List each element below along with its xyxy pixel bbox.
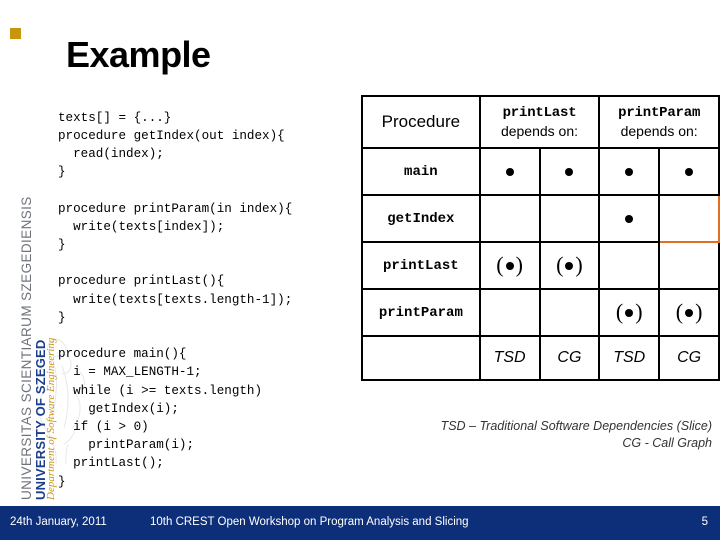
source-code-listing: texts[] = {...} procedure getIndex(out i…	[58, 110, 293, 489]
footer-date: 24th January, 2011	[10, 516, 107, 528]
table-subheader-row: TSD CG TSD CG	[361, 335, 720, 381]
university-banner: UNIVERSITAS SCIENTIARUM SZEGEDIENSIS UNI…	[0, 0, 86, 506]
dependency-cell	[658, 241, 720, 290]
dependency-cell: ()	[478, 241, 541, 290]
dependency-dot	[625, 168, 634, 177]
legend-line-tsd: TSD – Traditional Software Dependencies …	[440, 419, 712, 433]
dependency-dot	[625, 215, 634, 224]
slide-canvas: UNIVERSITAS SCIENTIARUM SZEGEDIENSIS UNI…	[0, 0, 720, 540]
row-label-getIndex: getIndex	[361, 194, 481, 243]
row-label-printParam: printParam	[361, 288, 481, 337]
dependency-cell	[538, 288, 601, 337]
dependency-dot	[685, 168, 694, 177]
header-group-name: printParam	[618, 105, 701, 121]
dependency-cell	[658, 147, 720, 196]
dependency-cell	[538, 194, 601, 243]
dependency-cell	[598, 241, 661, 290]
dependency-dot-parenthesized: ()	[615, 298, 643, 324]
dependency-cell: ()	[598, 288, 661, 337]
dependency-dot-parenthesized: ()	[556, 251, 583, 277]
table-header-row: Procedure printLast depends on: printParam d…	[361, 95, 720, 149]
legend-line-cg: CG - Call Graph	[622, 436, 712, 450]
table-legend: TSD – Traditional Software Dependencies …	[340, 418, 712, 452]
dependency-cell	[478, 288, 541, 337]
subheader-tsd: TSD	[598, 335, 661, 381]
dependency-dot	[565, 168, 574, 177]
row-label-main: main	[361, 147, 481, 196]
dependency-cell	[598, 147, 661, 196]
subheader-blank	[361, 335, 481, 381]
header-group-printLast: printLast depends on:	[478, 95, 601, 149]
dependency-cell	[538, 147, 601, 196]
university-latin-name: UNIVERSITAS SCIENTIARUM SZEGEDIENSIS	[19, 196, 34, 500]
table-row: getIndex	[361, 194, 720, 243]
footer-page-number: 5	[701, 516, 708, 528]
header-group-suffix: depends on:	[500, 123, 579, 139]
subheader-cg: CG	[538, 335, 601, 381]
subheader-tsd: TSD	[478, 335, 541, 381]
header-group-suffix: depends on:	[620, 123, 698, 139]
table-row: printLast () ()	[361, 241, 720, 290]
footer-event-name: 10th CREST Open Workshop on Program Anal…	[150, 516, 469, 528]
highlighted-cell	[658, 194, 720, 243]
subheader-cg: CG	[658, 335, 720, 381]
dependency-cell: ()	[658, 288, 720, 337]
slide-title: Example	[66, 34, 211, 75]
table-row: main	[361, 147, 720, 196]
dependency-cell: ()	[538, 241, 601, 290]
dependency-cell	[478, 194, 541, 243]
header-procedure: Procedure	[361, 95, 481, 149]
dependency-cell	[478, 147, 541, 196]
slide-footer: 24th January, 2011 10th CREST Open Works…	[0, 506, 720, 540]
header-group-name: printLast	[502, 105, 577, 121]
header-group-printParam: printParam depends on:	[598, 95, 720, 149]
university-logo-mark	[10, 28, 21, 39]
dependency-dot-parenthesized: ()	[496, 251, 523, 277]
department-name: Department of Software Engineering	[45, 337, 57, 500]
dependency-dot-parenthesized: ()	[675, 298, 703, 324]
dependency-table: Procedure printLast depends on: printParam d…	[361, 95, 720, 381]
dependency-cell	[598, 194, 661, 243]
row-label-printLast: printLast	[361, 241, 481, 290]
dependency-dot	[505, 168, 514, 177]
dependency-table-container: Procedure printLast depends on: printParam d…	[361, 95, 720, 381]
table-row: printParam () ()	[361, 288, 720, 337]
